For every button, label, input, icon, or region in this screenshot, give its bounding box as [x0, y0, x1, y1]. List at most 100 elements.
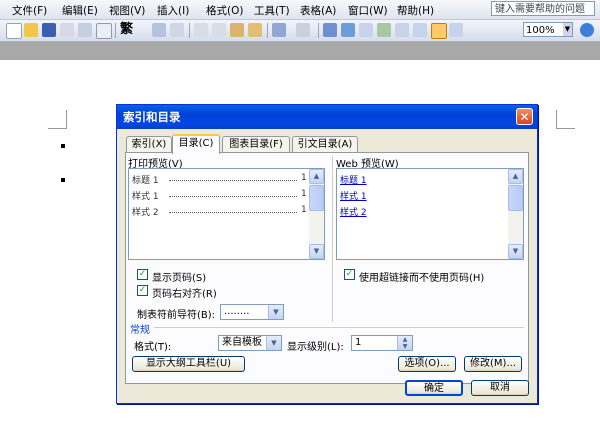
menu-view[interactable]: 视图(V) [109, 3, 145, 18]
right-align-page-numbers-checkbox[interactable]: ✓ [137, 285, 148, 296]
chevron-down-icon[interactable]: ▼ [266, 336, 281, 350]
dot-leader [169, 174, 297, 181]
permission-icon[interactable] [60, 23, 74, 37]
help-search-input[interactable]: 键入需要帮助的问题 [491, 1, 595, 16]
insert-excel-icon[interactable] [377, 23, 391, 37]
show-levels-value: 1 [355, 337, 362, 348]
preview-page-number: 1 [301, 173, 307, 183]
preview-page-number: 1 [301, 205, 307, 215]
chevron-down-icon[interactable]: ▼ [563, 23, 572, 36]
print-preview-icon[interactable] [96, 23, 112, 39]
ok-button[interactable]: 确定 [405, 380, 463, 396]
web-preview-link: 样式 2 [340, 208, 367, 218]
save-icon[interactable] [42, 23, 56, 37]
general-group-title: 常规 [130, 325, 150, 336]
use-hyperlinks-label: 使用超链接而不使用页码(H) [359, 273, 485, 284]
scroll-thumb[interactable] [508, 185, 523, 211]
tab-leader-value: ........ [224, 306, 250, 317]
menu-window[interactable]: 窗口(W) [348, 3, 388, 18]
dot-leader [169, 206, 297, 213]
show-levels-spinner[interactable]: 1 ▲ ▼ [351, 335, 413, 351]
chevron-down-icon[interactable]: ▼ [268, 305, 283, 319]
tables-borders-icon[interactable] [341, 23, 355, 37]
close-icon[interactable]: ✕ [516, 108, 533, 125]
spinner-arrows-icon[interactable]: ▲ ▼ [397, 336, 412, 350]
drawing-icon[interactable] [413, 23, 427, 37]
redo-icon[interactable] [296, 23, 310, 37]
chevron-down-icon[interactable]: ▼ [508, 244, 523, 259]
panel-divider [332, 156, 333, 322]
cut-icon[interactable] [194, 23, 208, 37]
preview-page-number: 1 [301, 189, 307, 199]
print-preview-scrollbar[interactable]: ▲ ▼ [309, 169, 324, 259]
watermark-text: 悟空问答 [468, 410, 529, 428]
insert-table-icon[interactable] [359, 23, 373, 37]
ruler-area [0, 42, 600, 60]
show-page-numbers-label: 显示页码(S) [152, 273, 207, 284]
tab-panel: 打印预览(V) 标题 1 1 样式 1 1 样式 2 1 ▲ ▼ Web 预览(… [125, 152, 529, 384]
bullet-point [61, 178, 65, 182]
bullet-point [61, 144, 65, 148]
print-icon[interactable] [78, 23, 92, 37]
copy-icon[interactable] [212, 23, 226, 37]
menu-help[interactable]: 帮助(H) [397, 3, 434, 18]
show-page-numbers-checkbox[interactable]: ✓ [137, 269, 148, 280]
menu-table[interactable]: 表格(A) [300, 3, 336, 18]
paste-icon[interactable] [230, 23, 244, 37]
menu-tools[interactable]: 工具(T) [254, 3, 290, 18]
undo-icon[interactable] [272, 23, 286, 37]
options-button[interactable]: 选项(O)... [398, 356, 456, 372]
tab-table-of-contents[interactable]: 目录(C) [172, 134, 220, 154]
use-hyperlinks-checkbox[interactable]: ✓ [344, 269, 355, 280]
toolbar-separator [318, 23, 319, 38]
web-preview-scrollbar[interactable]: ▲ ▼ [508, 169, 523, 259]
formats-value: 来自模板 [222, 337, 262, 348]
preview-entry: 标题 1 [132, 176, 159, 186]
formats-select[interactable]: 来自模板 ▼ [218, 335, 282, 351]
dialog-title: 索引和目录 [117, 105, 537, 129]
chevron-up-icon[interactable]: ▲ [508, 169, 523, 184]
format-painter-icon[interactable] [248, 23, 262, 37]
document-map-icon[interactable] [431, 23, 447, 39]
spelling-icon[interactable] [170, 23, 184, 37]
chevron-down-icon[interactable]: ▼ [309, 244, 324, 259]
show-outlining-toolbar-button[interactable]: 显示大纲工具栏(U) [132, 356, 245, 372]
margin-corner-mark [556, 110, 575, 129]
cancel-button[interactable]: 取消 [471, 380, 529, 396]
research-icon[interactable] [152, 23, 166, 37]
preview-entry: 样式 2 [132, 208, 159, 218]
menu-bar: 文件(F) 编辑(E) 视图(V) 插入(I) 格式(O) 工具(T) 表格(A… [0, 0, 600, 20]
help-icon[interactable] [580, 23, 594, 37]
menu-file[interactable]: 文件(F) [12, 3, 47, 18]
tab-leader-select[interactable]: ........ ▼ [220, 304, 284, 320]
new-document-icon[interactable] [6, 23, 22, 39]
watermark-logo-icon [448, 409, 465, 426]
scroll-thumb[interactable] [309, 185, 324, 211]
hyperlink-icon[interactable] [323, 23, 337, 37]
tab-table-of-authorities[interactable]: 引文目录(A) [292, 136, 358, 152]
open-folder-icon[interactable] [24, 23, 38, 37]
margin-corner-mark [48, 110, 67, 129]
tab-index[interactable]: 索引(X) [126, 136, 172, 152]
chevron-up-icon[interactable]: ▲ [309, 169, 324, 184]
preview-entry: 样式 1 [132, 192, 159, 202]
menu-format[interactable]: 格式(O) [206, 3, 243, 18]
modify-button[interactable]: 修改(M)... [464, 356, 522, 372]
show-levels-label: 显示级别(L): [287, 342, 344, 353]
menu-insert[interactable]: 插入(I) [157, 3, 189, 18]
menu-edit[interactable]: 编辑(E) [62, 3, 98, 18]
toolbar-separator [267, 23, 268, 38]
show-hide-icon[interactable] [449, 23, 463, 37]
toolbar-separator [189, 23, 190, 38]
web-preview-link: 标题 1 [340, 176, 367, 186]
tab-table-of-figures[interactable]: 图表目录(F) [222, 136, 290, 152]
tab-leader-label: 制表符前导符(B): [137, 310, 216, 321]
dot-leader [169, 190, 297, 197]
print-preview-box: 标题 1 1 样式 1 1 样式 2 1 ▲ ▼ [128, 168, 325, 260]
traditional-chinese-icon[interactable]: 繁 [120, 23, 146, 37]
index-and-tables-dialog: 索引和目录 ✕ 索引(X) 目录(C) 图表目录(F) 引文目录(A) 打印预览… [116, 104, 538, 404]
group-divider [154, 327, 524, 328]
web-preview-link: 样式 1 [340, 192, 367, 202]
formats-label: 格式(T): [134, 342, 172, 353]
columns-icon[interactable] [395, 23, 409, 37]
